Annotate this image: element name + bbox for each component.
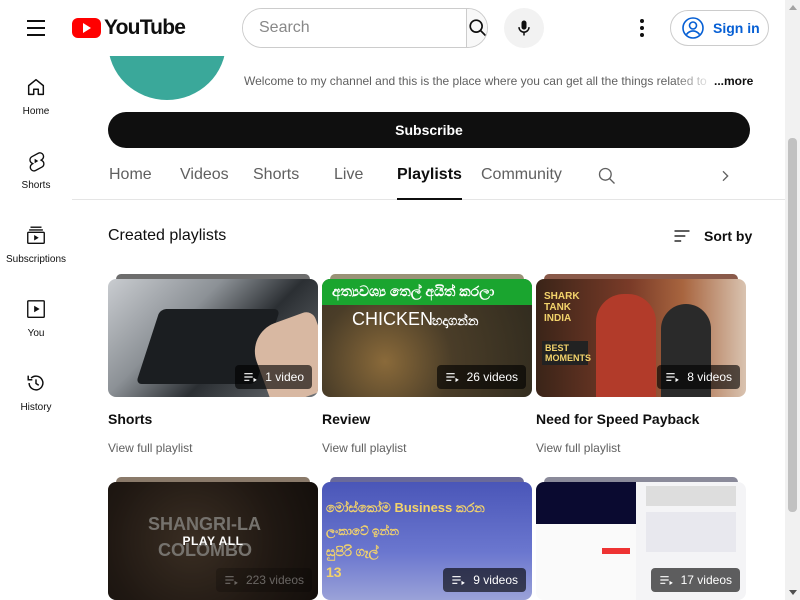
playlist-thumbnail[interactable]: 1 video [108, 279, 318, 397]
sidebar-item-home[interactable]: Home [0, 56, 72, 130]
video-count: 8 videos [687, 370, 732, 384]
playlist-thumbnail[interactable]: අත්‍යවශ්‍ය තෙල් අයිත් කරලා CHICKEN හදාගන… [322, 279, 532, 397]
search-icon [469, 19, 487, 37]
scroll-down-icon[interactable] [789, 590, 797, 595]
tab-videos[interactable]: Videos [180, 166, 229, 200]
playlist-title[interactable]: Need for Speed Payback [536, 411, 699, 427]
masthead: YouTube Sign in [0, 0, 785, 56]
thumbnail-caption: ලංකාවේ ඉන්න [326, 524, 400, 538]
thumbnail-caption: හදාගන්න [432, 313, 479, 328]
thumbnail-caption: අත්‍යවශ්‍ය තෙල් අයිත් කරලා [332, 283, 495, 299]
video-count: 1 video [265, 370, 304, 384]
tab-shorts[interactable]: Shorts [253, 166, 299, 200]
account-icon [682, 17, 704, 39]
channel-search-icon[interactable] [597, 166, 617, 186]
description-fade [674, 72, 714, 90]
channel-tabs: Home Videos Shorts Live Playlists Commun… [72, 152, 785, 200]
playlist-icon [452, 576, 466, 585]
shorts-icon [29, 152, 45, 172]
video-count-badge: 26 videos [436, 365, 526, 389]
thumbnail-caption: SHARK TANK INDIA [544, 291, 580, 324]
thumbnail-caption: සුපිරි ගෑල් [326, 544, 379, 559]
sidebar-item-label: Shorts [21, 180, 51, 191]
thumbnail-caption: 13 [326, 564, 342, 580]
search-button[interactable] [466, 9, 487, 47]
thumbnail-caption: CHICKEN [352, 309, 434, 329]
sidebar-item-label: Subscriptions [5, 254, 67, 265]
sidebar-item-label: You [27, 328, 45, 339]
description-more-link[interactable]: ...more [714, 74, 753, 88]
tab-community[interactable]: Community [481, 166, 562, 200]
thumbnail-caption: BEST MOMENTS [542, 341, 591, 365]
video-count-badge: 8 videos [657, 365, 740, 389]
scroll-up-icon[interactable] [789, 5, 797, 10]
more-vert-icon[interactable] [630, 14, 654, 42]
you-icon [27, 300, 45, 318]
playlist-card[interactable]: 17 videos [536, 477, 746, 600]
logo-text: YouTube [104, 16, 186, 39]
history-icon [27, 375, 44, 391]
playlist-icon [666, 373, 680, 382]
chevron-right-icon[interactable] [717, 168, 733, 184]
sidebar-item-subscriptions[interactable]: Subscriptions [0, 204, 72, 278]
playlist-card[interactable]: SHANGRI-LA COLOMBO PLAY ALL 223 videos [108, 477, 318, 600]
playlist-card[interactable]: මෝස්කෝම Business කරන ලංකාවේ ඉන්න සුපිරි … [322, 477, 532, 600]
youtube-play-icon [72, 18, 101, 38]
video-count: 26 videos [466, 370, 518, 384]
playlist-thumbnail[interactable]: SHANGRI-LA COLOMBO PLAY ALL 223 videos [108, 482, 318, 600]
view-full-playlist-link[interactable]: View full playlist [322, 441, 406, 455]
sidebar-item-history[interactable]: History [0, 352, 72, 426]
playlist-title[interactable]: Shorts [108, 411, 152, 427]
playlist-icon [659, 576, 673, 585]
subscriptions-icon [27, 226, 45, 244]
search-input[interactable] [243, 9, 466, 47]
channel-description[interactable]: Welcome to my channel and this is the pl… [244, 74, 714, 88]
sort-button[interactable]: Sort by [672, 226, 752, 246]
video-count-badge: 17 videos [650, 568, 740, 592]
section-title: Created playlists [108, 227, 227, 244]
sidebar-item-label: Home [22, 106, 50, 117]
tab-home[interactable]: Home [109, 166, 152, 200]
playlist-card[interactable]: 1 video Shorts View full playlist [108, 274, 318, 455]
view-full-playlist-link[interactable]: View full playlist [108, 441, 192, 455]
video-count: 9 videos [473, 573, 518, 587]
playlist-thumbnail[interactable]: SHARK TANK INDIA BEST MOMENTS 8 videos [536, 279, 746, 397]
sort-icon [674, 230, 690, 242]
scrollbar-thumb[interactable] [788, 138, 797, 512]
sign-in-button[interactable]: Sign in [670, 10, 769, 46]
youtube-logo[interactable]: YouTube [72, 16, 186, 40]
playlist-thumbnail[interactable]: 17 videos [536, 482, 746, 600]
playlist-card[interactable]: අත්‍යවශ්‍ය තෙල් අයිත් කරලා CHICKEN හදාගන… [322, 274, 532, 455]
sign-in-label: Sign in [713, 20, 760, 36]
video-count-badge: 223 videos [215, 568, 312, 592]
video-count: 223 videos [245, 573, 304, 587]
view-full-playlist-link[interactable]: View full playlist [536, 441, 620, 455]
page-scrollbar[interactable] [785, 0, 800, 600]
tab-live[interactable]: Live [334, 166, 363, 200]
channel-page: Welcome to my channel and this is the pl… [72, 0, 785, 600]
menu-icon[interactable] [20, 12, 52, 44]
search-box [242, 8, 488, 48]
video-count-badge: 9 videos [443, 568, 526, 592]
home-icon [27, 78, 45, 96]
sidebar-item-you[interactable]: You [0, 278, 72, 352]
mic-icon [518, 20, 530, 36]
playlist-card[interactable]: SHARK TANK INDIA BEST MOMENTS 8 videos N… [536, 274, 746, 455]
sidebar-item-label: History [20, 402, 52, 413]
playlist-icon [225, 576, 238, 585]
playlist-icon [445, 373, 459, 382]
mini-guide: Home Shorts Subscriptions You History [0, 56, 72, 426]
playlist-icon [244, 373, 258, 382]
playlist-thumbnail[interactable]: මෝස්කෝම Business කරන ලංකාවේ ඉන්න සුපිරි … [322, 482, 532, 600]
video-count-badge: 1 video [235, 365, 312, 389]
thumbnail-caption: මෝස්කෝම Business කරන [326, 500, 485, 515]
sort-label: Sort by [704, 228, 753, 244]
voice-search-button[interactable] [504, 8, 544, 48]
sidebar-item-shorts[interactable]: Shorts [0, 130, 72, 204]
tab-playlists[interactable]: Playlists [397, 166, 462, 200]
playlist-title[interactable]: Review [322, 411, 370, 427]
subscribe-button[interactable]: Subscribe [108, 112, 750, 148]
video-count: 17 videos [680, 573, 732, 587]
